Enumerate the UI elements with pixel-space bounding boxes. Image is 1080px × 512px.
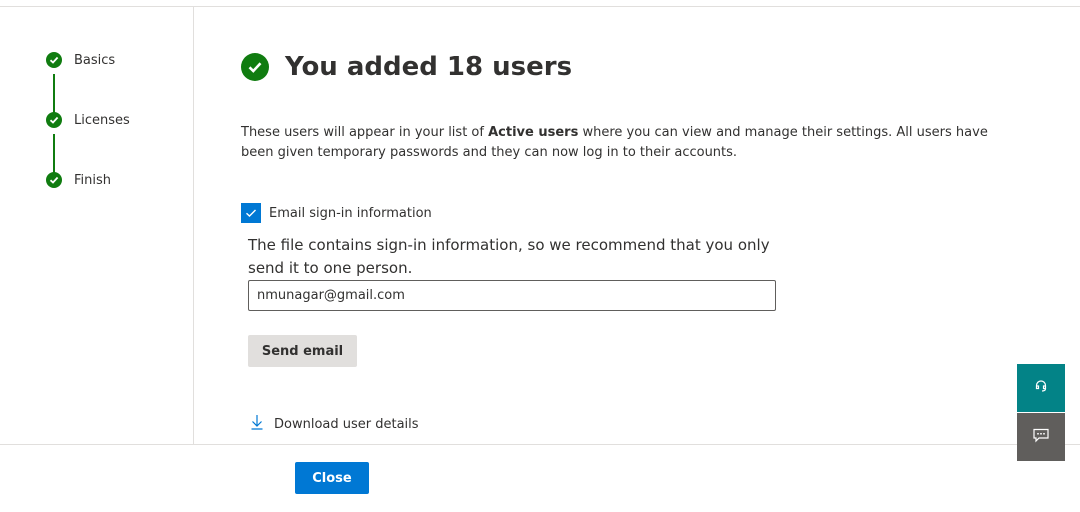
help-button[interactable]: [1017, 364, 1065, 412]
chat-feedback-icon: [1032, 427, 1050, 447]
check-circle-icon: [46, 52, 62, 68]
wizard-step-label: Licenses: [74, 112, 130, 128]
page-title: You added 18 users: [285, 52, 573, 82]
wizard-sidebar: Basics Licenses Finish: [0, 7, 194, 444]
wizard-step-licenses[interactable]: Licenses: [46, 112, 130, 128]
description-text: These users will appear in your list of …: [241, 125, 988, 160]
wizard-step-finish[interactable]: Finish: [46, 172, 111, 188]
signin-note: The file contains sign-in information, s…: [248, 236, 770, 277]
email-signin-label: Email sign-in information: [269, 205, 432, 221]
wizard-step-label: Basics: [74, 52, 116, 68]
email-signin-checkbox[interactable]: [241, 203, 261, 223]
download-user-details-link[interactable]: Download user details: [250, 414, 419, 434]
send-email-button[interactable]: Send email: [248, 335, 357, 367]
download-icon: [250, 414, 264, 434]
download-label: Download user details: [274, 416, 419, 432]
feedback-button[interactable]: [1017, 413, 1065, 461]
checkmark-icon: [246, 209, 256, 217]
wizard-step-label: Finish: [74, 172, 112, 188]
active-users-bold: Active users: [488, 125, 579, 140]
footer-bar: Close: [0, 444, 1080, 512]
email-field[interactable]: [248, 280, 776, 311]
wizard-step-basics[interactable]: Basics: [46, 52, 115, 68]
check-circle-icon: [46, 112, 62, 128]
close-button[interactable]: Close: [295, 462, 369, 494]
page-header: You added 18 users: [241, 52, 572, 82]
check-circle-icon: [46, 172, 62, 188]
headset-icon: [1033, 378, 1049, 398]
email-signin-checkbox-row[interactable]: Email sign-in information: [241, 203, 432, 223]
success-check-icon: [241, 53, 269, 81]
